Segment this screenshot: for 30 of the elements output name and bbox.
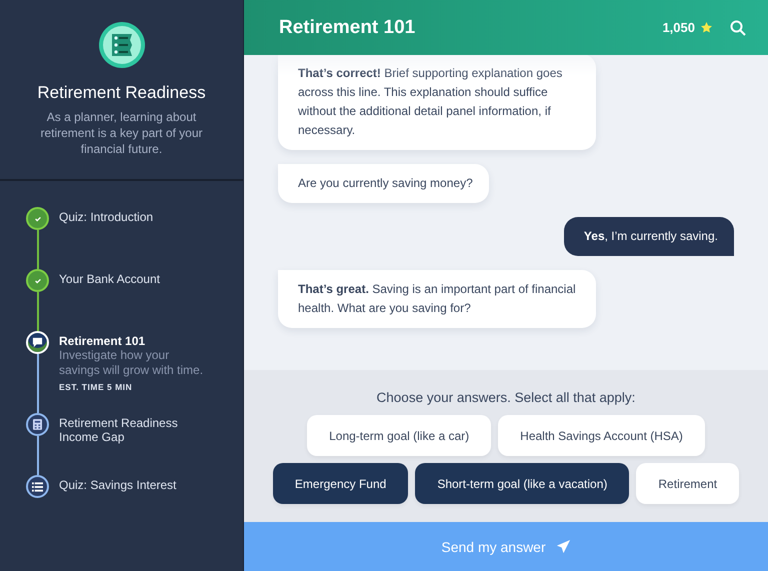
points-count: 1,050 [662,20,695,35]
answers-prompt: Choose your answers. Select all that apply: [376,390,636,405]
check-icon[interactable] [26,269,49,292]
step-title[interactable]: Retirement 101 [59,334,189,348]
check-icon[interactable] [26,207,49,230]
search-icon[interactable] [730,20,746,36]
step-title[interactable]: Quiz: Introduction [59,210,189,224]
bot-message: Are you currently saving money? [278,164,489,203]
bot-message: That’s correct! Brief supporting explanation goes across this line. This explanation should suffice without the additional detail panel information, if necessary. [278,55,596,150]
course-description: As a planner, learning about retirement is a key part of your financial future. [39,109,204,157]
step-description: Investigate how your savings will grow with time. [59,348,204,378]
answer-choice[interactable]: Health Savings Account (HSA) [498,415,705,456]
checklist-icon [98,21,146,69]
user-message: Yes, I’m currently saving. [564,217,734,256]
paper-plane-icon [556,539,571,554]
course-title: Retirement Readiness [37,83,206,103]
chat-bubble-icon[interactable] [26,331,49,354]
answer-choice[interactable]: Retirement [636,463,740,504]
step-time: EST. TIME 5 MIN [59,382,134,392]
star-icon [701,22,712,33]
answer-choice[interactable]: Emergency Fund [272,463,408,504]
answer-choice[interactable]: Short-term goal (like a vacation) [415,463,630,504]
page-title: Retirement 101 [279,16,416,38]
answer-choice[interactable]: Long-term goal (like a car) [307,415,492,456]
list-icon[interactable] [26,475,49,498]
step-title[interactable]: Your Bank Account [59,272,189,286]
step-title[interactable]: Retirement Readiness Income Gap [59,416,189,444]
bot-message: That’s great. Saving is an important part of financial health. What are you saving for? [278,270,596,328]
step-title[interactable]: Quiz: Savings Interest [59,478,189,492]
calculator-icon[interactable] [26,413,49,436]
